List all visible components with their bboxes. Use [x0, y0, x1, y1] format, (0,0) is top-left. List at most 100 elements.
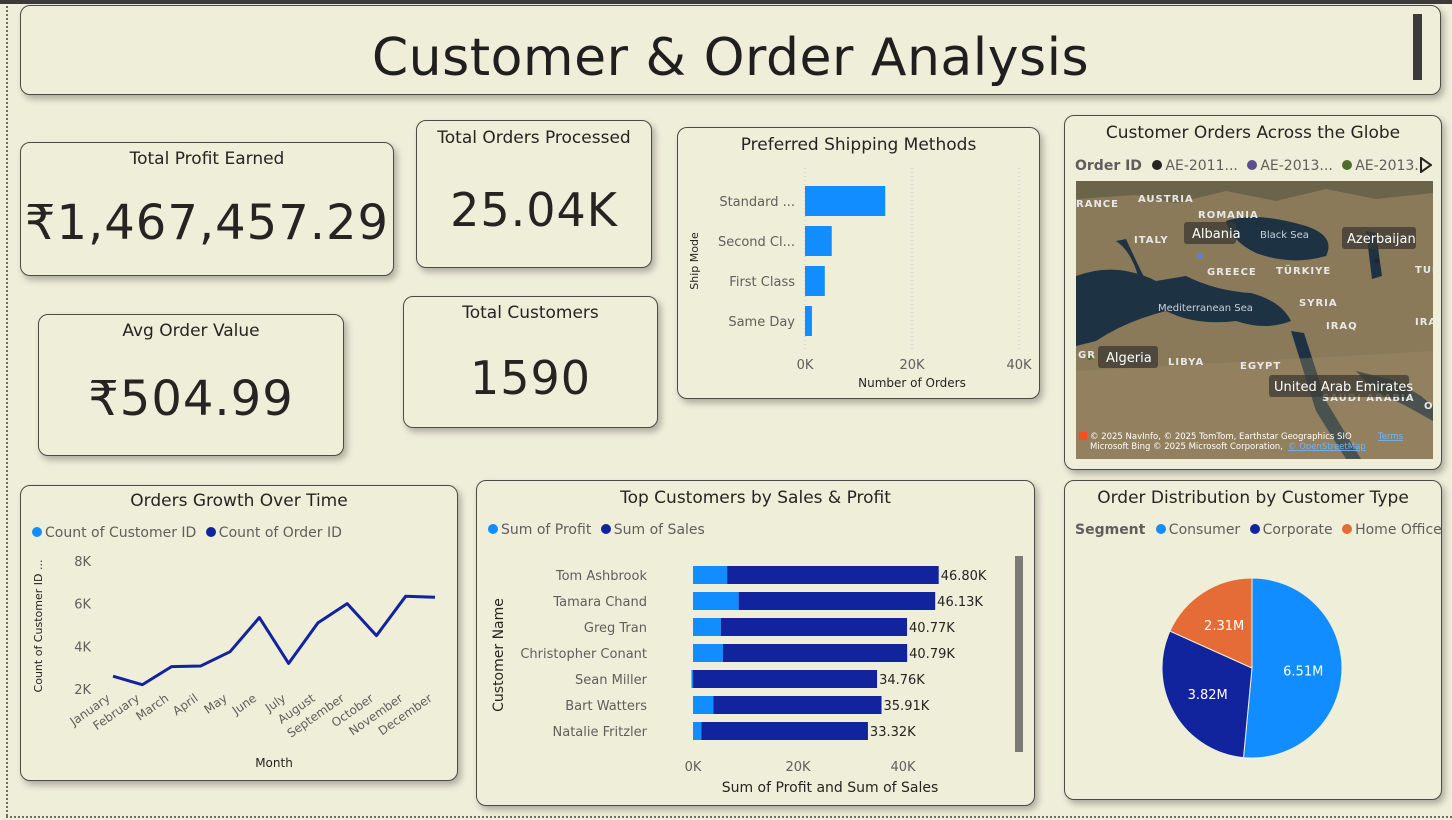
y-axis-title: Customer Name — [491, 598, 507, 712]
order-count-line — [112, 594, 436, 687]
tick-label: 20K — [899, 358, 925, 373]
category-label: Second Cl... — [718, 235, 795, 250]
total-label: 34.76K — [879, 673, 925, 688]
map-legend-item[interactable]: AE-2013... — [1342, 158, 1428, 174]
tick-label: 8K — [74, 555, 91, 570]
slice-label: 6.51M — [1283, 664, 1323, 679]
legend-dot-icon — [1342, 160, 1353, 170]
canvas-bottom-border — [6, 816, 1452, 818]
map-legend-title: Order ID — [1075, 158, 1142, 174]
kpi-card-profit[interactable]: Total Profit Earned ₹1,467,457.29 — [20, 142, 394, 276]
tick-label: 20K — [785, 760, 811, 775]
map-label: GR — [1078, 350, 1096, 361]
profit-bar — [693, 566, 728, 584]
legend-next-arrow-icon[interactable] — [1420, 157, 1432, 173]
kpi-card-orders[interactable]: Total Orders Processed 25.04K — [416, 120, 652, 268]
map-card[interactable]: Customer Orders Across the Globe Order I… — [1064, 115, 1442, 470]
kpi-card-aov[interactable]: Avg Order Value ₹504.99 — [38, 314, 344, 456]
customer-name-label: Sean Miller — [575, 673, 648, 688]
sales-bar — [701, 722, 868, 740]
kpi-value-profit: ₹1,467,457.29 — [24, 195, 390, 251]
map-label: SYRIA — [1299, 298, 1338, 309]
kpi-value-orders: 25.04K — [450, 183, 618, 237]
map-attribution: Microsoft Bing © 2025 Microsoft Corporat… — [1090, 442, 1283, 452]
growth-line-chart: 2K4K6K8KJanuaryFebruaryMarchApril May June… — [32, 555, 436, 770]
legend-dot-icon — [1247, 160, 1258, 170]
shipping-bar — [805, 226, 832, 256]
top-customers-bar-chart: 46.80K Tom Ashbrook 46.13K Tamara Chand 40.7… — [491, 566, 987, 796]
customer-name-label: Tom Ashbrook — [555, 569, 648, 584]
total-label: 40.79K — [909, 647, 955, 662]
map-legend-item[interactable]: AE-2011... — [1152, 158, 1238, 174]
y-axis-title: Ship Mode — [688, 232, 701, 290]
customer-name-label: Christopher Conant — [520, 647, 647, 662]
page-title: Customer & Order Analysis — [371, 28, 1090, 88]
map-osm-link[interactable]: © OpenStreetMap — [1288, 442, 1366, 452]
top-customers-card[interactable]: Top Customers by Sales & Profit Sum of P… — [476, 480, 1035, 806]
canvas-left-border — [6, 6, 8, 816]
tick-label: 2K — [74, 683, 91, 698]
map-view[interactable]: RANCE AUSTRIA ROMANIA ITALY GREECE TÜRKI… — [1076, 181, 1433, 459]
map-label: O — [1424, 401, 1433, 412]
kpi-value-customers: 1590 — [469, 351, 592, 405]
map-terms-link[interactable]: Terms — [1377, 432, 1404, 442]
map-label: Black Sea — [1260, 230, 1309, 241]
tick-label: 40K — [1006, 358, 1032, 373]
map-label: TURKM — [1415, 265, 1433, 276]
sales-bar — [713, 696, 882, 714]
map-label: RANCE — [1076, 199, 1119, 210]
shipping-chart-card[interactable]: Preferred Shipping Methods Standard ... S… — [677, 127, 1040, 399]
slice-label: 3.82M — [1188, 688, 1228, 703]
profit-bar — [693, 644, 723, 662]
legend-dot-icon — [1152, 160, 1163, 170]
category-label: First Class — [729, 275, 795, 290]
map-label: ROMANIA — [1198, 210, 1259, 221]
total-label: 40.77K — [909, 621, 955, 636]
sales-bar — [727, 566, 939, 584]
title-accent-bar — [1413, 14, 1422, 80]
map-callout-uae: United Arab Emirates — [1274, 380, 1413, 395]
profit-bar — [693, 696, 714, 714]
map-label: TÜRKIYE — [1276, 263, 1331, 277]
x-axis-title: Number of Orders — [858, 376, 966, 390]
sales-bar — [722, 644, 908, 662]
map-attribution: © 2025 NavInfo, © 2025 TomTom, Earthstar… — [1090, 432, 1352, 442]
shipping-bar — [805, 266, 825, 296]
segment-chart-card[interactable]: Order Distribution by Customer Type Segm… — [1064, 480, 1442, 800]
month-label: April — [170, 691, 201, 718]
map-callout-algeria: Algeria — [1106, 351, 1152, 366]
growth-chart-card[interactable]: Orders Growth Over Time Count of Custome… — [20, 485, 458, 781]
map-label: LIBYA — [1168, 357, 1204, 368]
month-label: June — [229, 691, 259, 718]
map-legend: Order ID AE-2011... AE-2013... AE-2013..… — [1075, 158, 1433, 174]
sales-bar — [738, 592, 936, 610]
category-label: Standard ... — [719, 195, 795, 210]
customer-name-label: Tamara Chand — [552, 595, 647, 610]
shipping-bar — [805, 186, 886, 216]
kpi-label-orders: Total Orders Processed — [437, 128, 631, 148]
category-label: Same Day — [728, 315, 795, 330]
customer-name-label: Natalie Fritzler — [553, 725, 648, 740]
map-callout-albania: Albania — [1192, 227, 1241, 242]
customer-name-label: Greg Tran — [584, 621, 647, 636]
map-label: AUSTRIA — [1138, 194, 1194, 205]
title-card: Customer & Order Analysis — [20, 5, 1441, 95]
profit-bar — [693, 592, 739, 610]
tick-label: 6K — [74, 598, 91, 613]
kpi-value-aov: ₹504.99 — [88, 371, 294, 427]
tick-label: 40K — [890, 760, 916, 775]
map-order-point[interactable] — [1197, 253, 1203, 259]
total-label: 46.13K — [937, 595, 983, 610]
total-label: 35.91K — [884, 699, 930, 714]
map-legend-item[interactable]: AE-2013... — [1247, 158, 1333, 174]
month-label: May — [201, 691, 229, 717]
customer-name-label: Bart Watters — [565, 699, 647, 714]
profit-bar — [691, 670, 693, 688]
top-strip — [0, 0, 1452, 4]
chart-scrollbar[interactable] — [1015, 556, 1023, 752]
bing-logo-icon — [1079, 432, 1087, 440]
kpi-label-aov: Avg Order Value — [122, 321, 260, 341]
map-order-point[interactable] — [1374, 258, 1380, 264]
kpi-card-customers[interactable]: Total Customers 1590 — [403, 296, 658, 428]
y-axis-title: Count of Customer ID ... — [32, 560, 45, 693]
